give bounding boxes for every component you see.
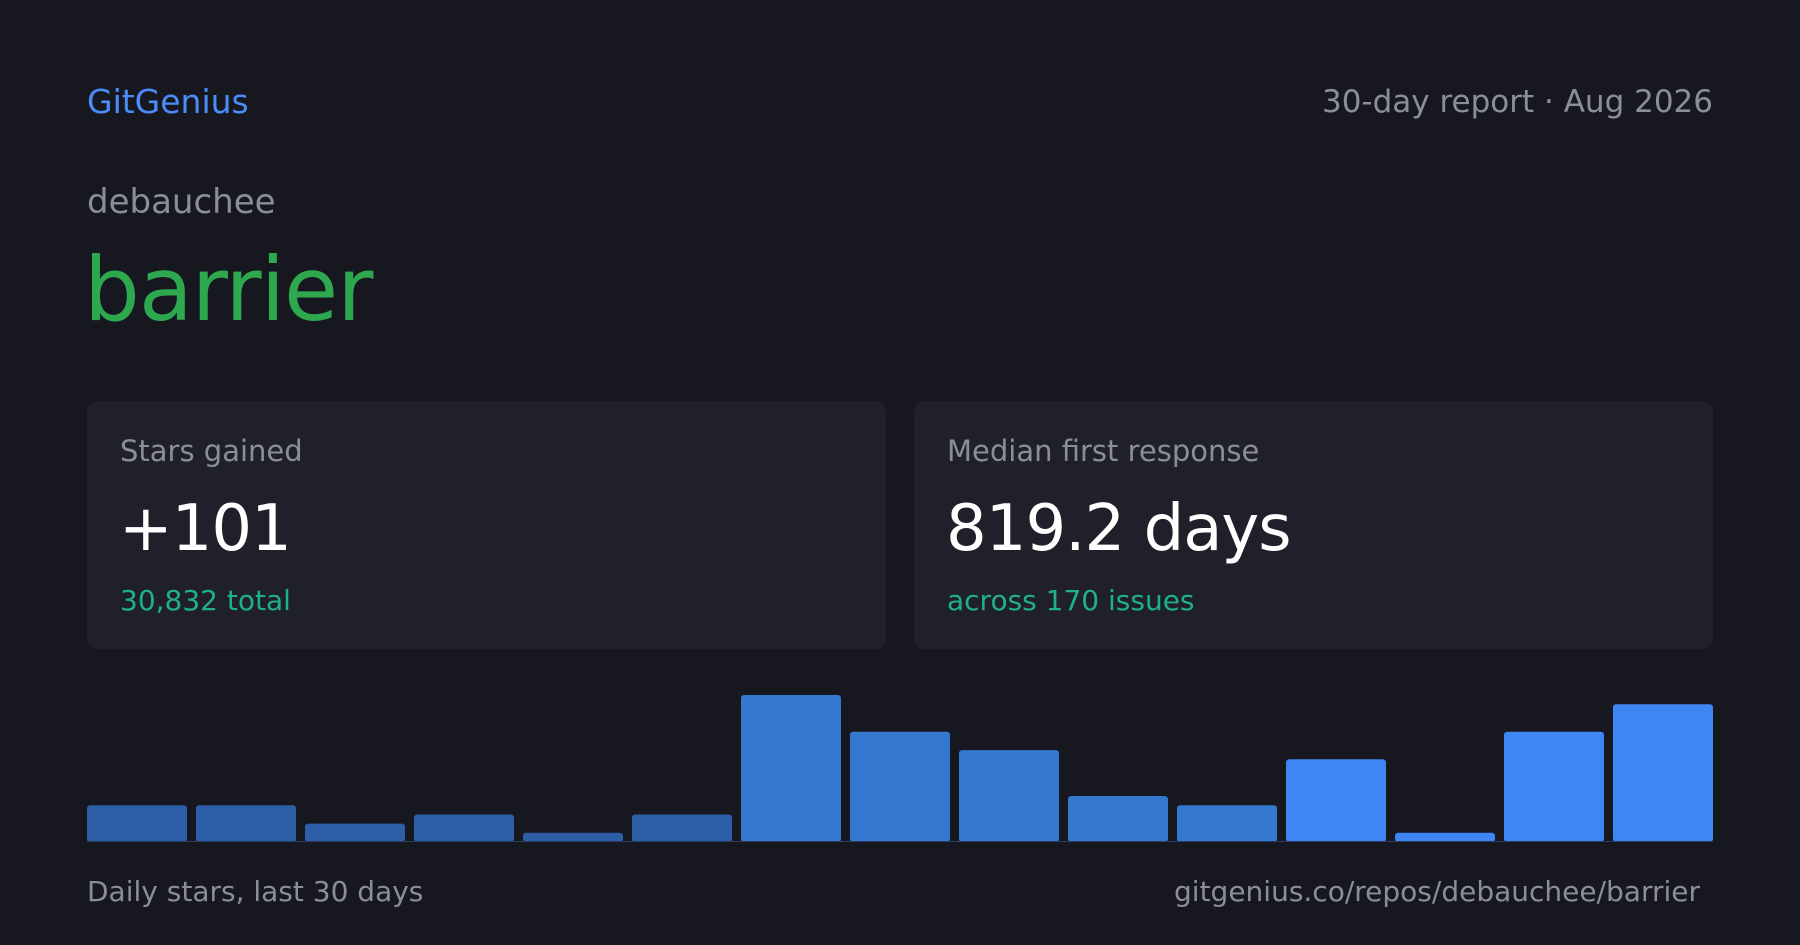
stars-gained-label: Stars gained <box>120 434 303 468</box>
daily-stars-chart <box>87 690 1713 842</box>
stars-total: 30,832 total <box>120 584 291 617</box>
chart-bar <box>1504 731 1604 842</box>
repo-url-link[interactable]: gitgenius.co/repos/debauchee/barrier <box>1174 872 1700 912</box>
chart-bar <box>850 731 950 842</box>
chart-bar <box>414 814 514 842</box>
issues-count: across 170 issues <box>947 584 1195 617</box>
chart-bar <box>196 805 296 842</box>
chart-bar <box>523 832 623 842</box>
daily-stars-chart-svg <box>87 695 1713 842</box>
stars-gained-card: Stars gained +101 30,832 total <box>87 401 886 649</box>
chart-bar <box>741 695 841 842</box>
report-page: GitGenius 30-day report · Aug 2026 debau… <box>0 0 1800 945</box>
chart-bar <box>1613 704 1713 842</box>
median-response-card: Median first response 819.2 days across … <box>914 401 1713 649</box>
chart-caption: Daily stars, last 30 days <box>87 875 424 908</box>
chart-bar <box>632 814 732 842</box>
report-period-label: 30-day report · Aug 2026 <box>1321 84 1713 120</box>
chart-bar <box>1177 805 1277 842</box>
chart-bar <box>305 823 405 842</box>
repo-name: barrier <box>84 238 373 341</box>
chart-bar <box>1395 832 1495 842</box>
chart-bar <box>1286 759 1386 842</box>
chart-bar <box>959 750 1059 842</box>
brand-logo[interactable]: GitGenius <box>87 80 249 124</box>
chart-bar <box>87 805 187 842</box>
chart-bar <box>1068 796 1168 842</box>
median-response-value: 819.2 days <box>946 492 1292 566</box>
median-response-label: Median first response <box>947 434 1260 468</box>
stars-gained-value: +101 <box>119 492 292 566</box>
repo-owner: debauchee <box>87 182 276 222</box>
